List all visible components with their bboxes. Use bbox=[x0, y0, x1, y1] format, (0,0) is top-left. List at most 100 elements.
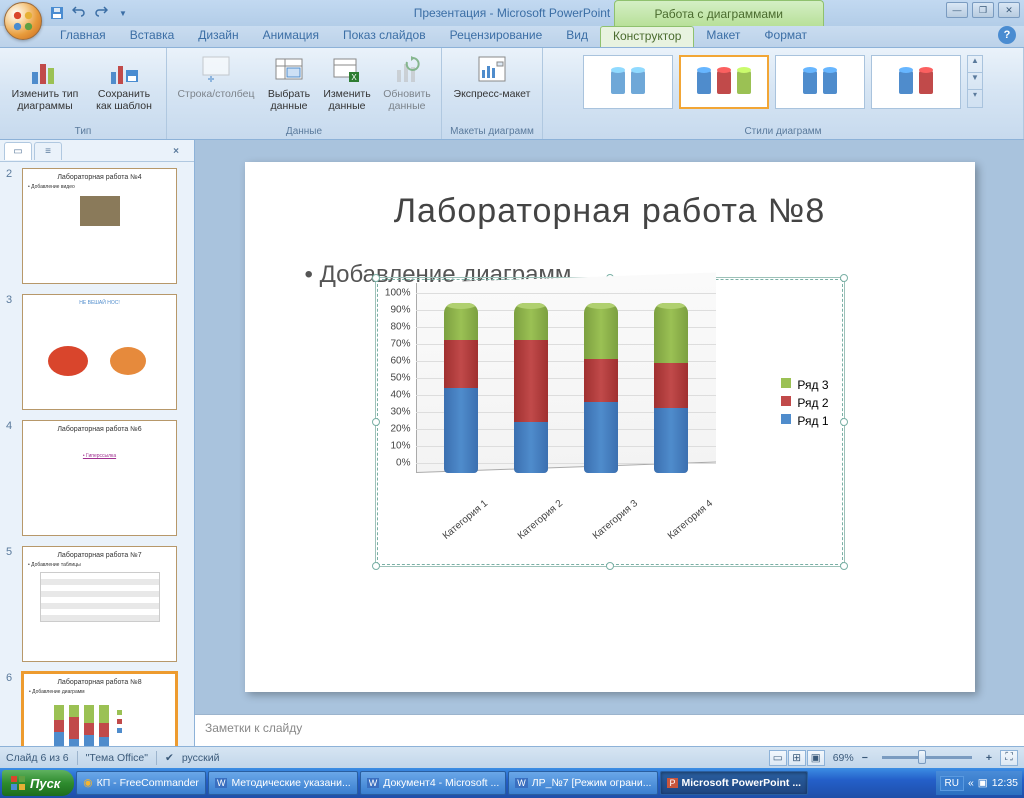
zoom-thumb[interactable] bbox=[918, 750, 926, 764]
resize-handle[interactable] bbox=[840, 274, 848, 282]
y-tick: 0% bbox=[381, 458, 411, 469]
tab-design[interactable]: Дизайн bbox=[186, 26, 250, 47]
tab-animation[interactable]: Анимация bbox=[251, 26, 331, 47]
thumbnail-2[interactable]: Лабораторная работа №4• Добавление видео bbox=[22, 168, 177, 284]
spellcheck-icon[interactable]: ✔ bbox=[165, 752, 174, 764]
y-tick: 10% bbox=[381, 441, 411, 452]
language-indicator[interactable]: RU bbox=[940, 776, 964, 791]
tab-chart-format[interactable]: Формат bbox=[752, 26, 819, 47]
styles-expand[interactable]: ▾ bbox=[968, 90, 982, 107]
edit-data-button[interactable]: X Изменить данные bbox=[319, 51, 375, 115]
chart-style-3[interactable] bbox=[775, 55, 865, 109]
chart-bar bbox=[654, 303, 688, 473]
ribbon-tabs: Главная Вставка Дизайн Анимация Показ сл… bbox=[0, 26, 1024, 48]
redo-icon[interactable] bbox=[92, 4, 110, 22]
legend-item: Ряд 2 bbox=[781, 396, 828, 410]
thumbnail-6[interactable]: Лабораторная работа №8• Добавление диагр… bbox=[22, 672, 177, 746]
thumbnail-3[interactable]: НЕ ВЕШАЙ НОС! bbox=[22, 294, 177, 410]
taskbar-item[interactable]: WДокумент4 - Microsoft ... bbox=[360, 771, 507, 795]
normal-view-button[interactable]: ▭ bbox=[769, 750, 787, 766]
styles-scroll-down[interactable]: ▼ bbox=[968, 73, 982, 90]
legend-item: Ряд 1 bbox=[781, 414, 828, 428]
resize-handle[interactable] bbox=[840, 418, 848, 426]
clock[interactable]: 12:35 bbox=[992, 777, 1018, 789]
y-tick: 90% bbox=[381, 305, 411, 316]
notes-pane[interactable]: Заметки к слайду bbox=[195, 714, 1024, 746]
chart-style-1[interactable] bbox=[583, 55, 673, 109]
slide-thumbnails[interactable]: 2 Лабораторная работа №4• Добавление вид… bbox=[0, 162, 194, 746]
thumbnail-4[interactable]: Лабораторная работа №6• Гиперссылка bbox=[22, 420, 177, 536]
undo-icon[interactable] bbox=[70, 4, 88, 22]
chart-styles-gallery: ▲ ▼ ▾ bbox=[579, 51, 987, 124]
restore-button[interactable]: ❐ bbox=[972, 2, 994, 18]
slide-title[interactable]: Лабораторная работа №8 bbox=[295, 192, 925, 231]
panel-close-icon[interactable]: × bbox=[162, 142, 190, 160]
resize-handle[interactable] bbox=[372, 418, 380, 426]
group-label-layouts: Макеты диаграмм bbox=[448, 124, 536, 139]
outline-tab[interactable]: ≡ bbox=[34, 142, 62, 160]
chart-style-2[interactable] bbox=[679, 55, 769, 109]
thumbnail-5[interactable]: Лабораторная работа №7• Добавление табли… bbox=[22, 546, 177, 662]
tray-icon[interactable]: ▣ bbox=[978, 777, 988, 789]
contextual-tab-label: Работа с диаграммами bbox=[614, 0, 825, 26]
taskbar-item-active[interactable]: PMicrosoft PowerPoint ... bbox=[660, 771, 808, 795]
styles-scroll-up[interactable]: ▲ bbox=[968, 56, 982, 73]
slideshow-view-button[interactable]: ▣ bbox=[807, 750, 825, 766]
zoom-in-button[interactable]: + bbox=[986, 752, 992, 764]
windows-logo-icon bbox=[10, 775, 26, 791]
close-button[interactable]: ✕ bbox=[998, 2, 1020, 18]
edit-data-icon: X bbox=[331, 54, 363, 86]
taskbar-item[interactable]: WЛР_№7 [Режим ограни... bbox=[508, 771, 658, 795]
select-data-button[interactable]: Выбрать данные bbox=[263, 51, 315, 115]
tab-insert[interactable]: Вставка bbox=[118, 26, 187, 47]
slide-canvas[interactable]: Лабораторная работа №8 Добавление диагра… bbox=[195, 140, 1024, 714]
window-title: Презентация - Microsoft PowerPoint bbox=[414, 6, 611, 20]
save-icon[interactable] bbox=[48, 4, 66, 22]
slide-position: Слайд 6 из 6 bbox=[6, 752, 69, 764]
resize-handle[interactable] bbox=[840, 562, 848, 570]
switch-rc-icon bbox=[200, 54, 232, 86]
taskbar-item[interactable]: WМетодические указани... bbox=[208, 771, 358, 795]
y-tick: 100% bbox=[381, 288, 411, 299]
resize-handle[interactable] bbox=[372, 562, 380, 570]
legend-item: Ряд 3 bbox=[781, 378, 828, 392]
taskbar: Пуск ◉КП - FreeCommander WМетодические у… bbox=[0, 768, 1024, 798]
slides-tab[interactable]: ▭ bbox=[4, 142, 32, 160]
resize-handle[interactable] bbox=[606, 562, 614, 570]
quick-access-toolbar: ▼ bbox=[48, 4, 132, 22]
tab-review[interactable]: Рецензирование bbox=[438, 26, 555, 47]
tab-home[interactable]: Главная bbox=[48, 26, 118, 47]
tab-chart-layout[interactable]: Макет bbox=[694, 26, 752, 47]
refresh-data-button[interactable]: Обновить данные bbox=[379, 51, 435, 115]
fit-window-button[interactable]: ⛶ bbox=[1000, 750, 1018, 766]
x-label: Категория 4 bbox=[662, 498, 715, 545]
office-button[interactable] bbox=[4, 2, 42, 40]
language-status[interactable]: русский bbox=[182, 752, 220, 764]
slide: Лабораторная работа №8 Добавление диагра… bbox=[245, 162, 975, 692]
ribbon: Изменить тип диаграммы Сохранить как шаб… bbox=[0, 48, 1024, 140]
save-template-button[interactable]: Сохранить как шаблон bbox=[88, 51, 160, 115]
taskbar-item[interactable]: ◉КП - FreeCommander bbox=[76, 771, 206, 795]
change-chart-type-button[interactable]: Изменить тип диаграммы bbox=[6, 51, 84, 115]
x-label: Категория 3 bbox=[587, 498, 640, 545]
qat-dropdown-icon[interactable]: ▼ bbox=[114, 4, 132, 22]
zoom-level[interactable]: 69% bbox=[833, 752, 854, 764]
y-tick: 50% bbox=[381, 373, 411, 384]
switch-row-column-button[interactable]: Строка/столбец bbox=[173, 51, 259, 103]
minimize-button[interactable]: — bbox=[946, 2, 968, 18]
chart-style-4[interactable] bbox=[871, 55, 961, 109]
tab-slideshow[interactable]: Показ слайдов bbox=[331, 26, 438, 47]
tab-view[interactable]: Вид bbox=[554, 26, 600, 47]
help-icon[interactable]: ? bbox=[998, 26, 1016, 44]
zoom-slider[interactable] bbox=[882, 756, 972, 759]
start-button[interactable]: Пуск bbox=[2, 770, 74, 796]
statusbar: Слайд 6 из 6 "Тема Office" ✔ русский ▭ ⊞… bbox=[0, 746, 1024, 768]
tray-expand-icon[interactable]: « bbox=[968, 777, 974, 789]
tab-chart-design[interactable]: Конструктор bbox=[600, 26, 694, 47]
zoom-out-button[interactable]: − bbox=[862, 752, 868, 764]
resize-handle[interactable] bbox=[372, 274, 380, 282]
express-layout-button[interactable]: Экспресс-макет bbox=[448, 51, 536, 103]
chart-object[interactable]: 0%10%20%30%40%50%60%70%80%90%100% Катего… bbox=[375, 277, 845, 567]
slides-panel: ▭ ≡ × 2 Лабораторная работа №4• Добавлен… bbox=[0, 140, 195, 746]
sorter-view-button[interactable]: ⊞ bbox=[788, 750, 806, 766]
